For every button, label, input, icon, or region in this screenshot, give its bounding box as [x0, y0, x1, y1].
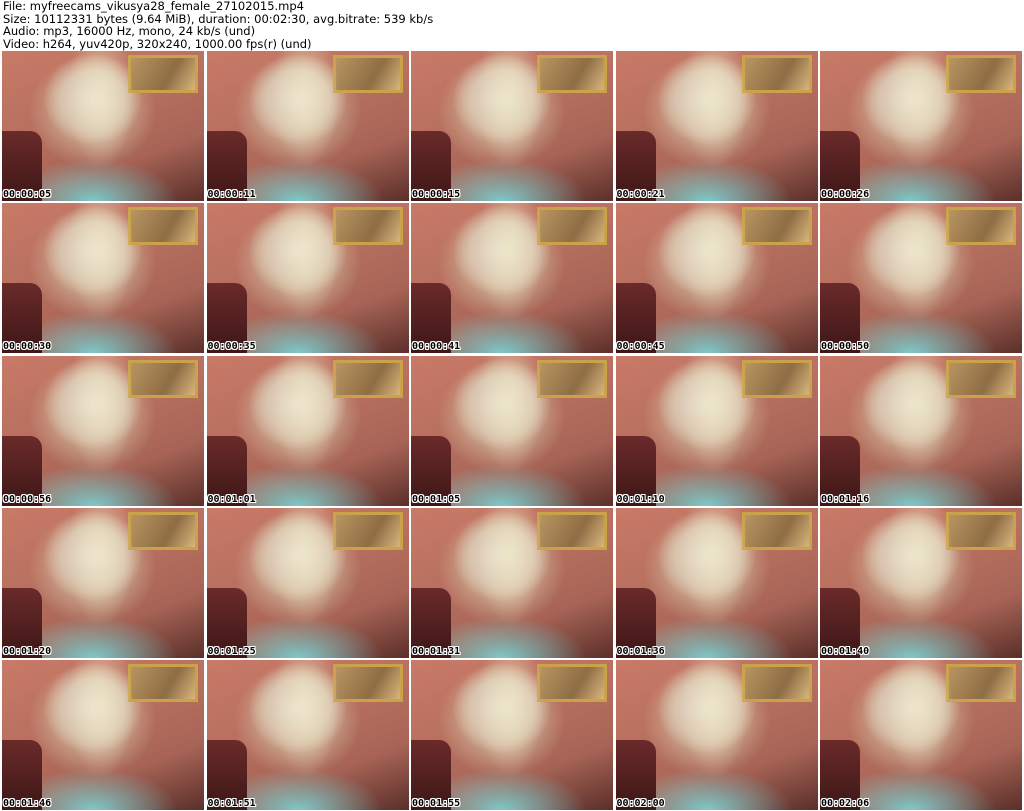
frame-timestamp: 00:01:05 — [412, 493, 461, 505]
video-frame-thumbnail: 00:00:21 — [615, 51, 818, 201]
person-figure — [672, 51, 757, 201]
frame-timestamp: 00:01:51 — [207, 798, 256, 809]
frame-timestamp: 00:00:11 — [207, 189, 256, 200]
video-frame-thumbnail: 00:01:55 — [411, 660, 613, 810]
file-info-header: File: myfreecams_vikusya28_female_271020… — [3, 0, 1021, 50]
audio-info-line: Audio: mp3, 16000 Hz, mono, 24 kb/s (und… — [3, 24, 256, 39]
person-figure — [58, 203, 144, 354]
frame-timestamp: 00:02:06 — [821, 798, 870, 809]
frame-timestamp: 00:01:10 — [616, 493, 665, 505]
person-figure — [263, 660, 348, 810]
frame-timestamp: 00:01:46 — [3, 798, 52, 809]
person-figure — [672, 203, 757, 354]
frame-timestamp: 00:00:15 — [412, 189, 461, 200]
video-frame-thumbnail: 00:01:16 — [820, 355, 1022, 506]
frame-timestamp: 00:00:05 — [3, 189, 52, 200]
frame-timestamp: 00:00:30 — [3, 341, 52, 353]
person-figure — [467, 355, 553, 506]
video-frame-thumbnail: 00:01:10 — [615, 355, 818, 506]
video-frame-thumbnail: 00:00:26 — [820, 51, 1022, 201]
person-figure — [876, 507, 962, 658]
frame-timestamp: 00:00:26 — [821, 189, 870, 200]
video-frame-thumbnail: 00:00:41 — [411, 203, 613, 354]
person-figure — [467, 203, 553, 354]
frame-timestamp: 00:02:00 — [616, 798, 665, 809]
frame-timestamp: 00:00:56 — [3, 493, 52, 505]
video-frame-thumbnail: 00:00:50 — [820, 203, 1022, 354]
video-frame-thumbnail: 00:01:01 — [206, 355, 409, 506]
person-figure — [467, 660, 553, 810]
video-frame-thumbnail: 00:01:36 — [615, 507, 818, 658]
frame-timestamp: 00:00:50 — [821, 341, 870, 353]
file-name-line: File: myfreecams_vikusya28_female_271020… — [3, 0, 304, 13]
video-frame-thumbnail: 00:00:35 — [206, 203, 409, 354]
video-frame-thumbnail: 00:01:05 — [411, 355, 613, 506]
person-figure — [672, 355, 757, 506]
frame-timestamp: 00:00:35 — [207, 341, 256, 353]
frame-timestamp: 00:00:41 — [412, 341, 461, 353]
video-frame-thumbnail: 00:01:31 — [411, 507, 613, 658]
person-figure — [467, 51, 553, 201]
thumbnail-grid: 00:00:05 00:00:11 00:00:15 00:00:21 00:00:26… — [2, 51, 1022, 810]
person-figure — [58, 51, 144, 201]
person-figure — [263, 203, 348, 354]
person-figure — [876, 355, 962, 506]
person-figure — [467, 507, 553, 658]
person-figure — [672, 507, 757, 658]
video-info-line: Video: h264, yuv420p, 320x240, 1000.00 f… — [3, 36, 312, 51]
person-figure — [263, 355, 348, 506]
video-frame-thumbnail: 00:01:51 — [206, 660, 409, 810]
video-frame-thumbnail: 00:00:05 — [2, 51, 204, 201]
frame-timestamp: 00:01:55 — [412, 798, 461, 809]
video-frame-thumbnail: 00:02:06 — [820, 660, 1022, 810]
person-figure — [876, 51, 962, 201]
frame-timestamp: 00:01:25 — [207, 645, 256, 657]
video-frame-thumbnail: 00:00:56 — [2, 355, 204, 506]
frame-timestamp: 00:01:40 — [821, 645, 870, 657]
video-frame-thumbnail: 00:01:46 — [2, 660, 204, 810]
person-figure — [263, 507, 348, 658]
person-figure — [58, 660, 144, 810]
frame-timestamp: 00:01:16 — [821, 493, 870, 505]
person-figure — [58, 507, 144, 658]
frame-timestamp: 00:01:20 — [3, 645, 52, 657]
video-frame-thumbnail: 00:02:00 — [615, 660, 818, 810]
person-figure — [263, 51, 348, 201]
person-figure — [58, 355, 144, 506]
frame-timestamp: 00:00:45 — [616, 341, 665, 353]
video-frame-thumbnail: 00:00:45 — [615, 203, 818, 354]
video-frame-thumbnail: 00:00:15 — [411, 51, 613, 201]
video-frame-thumbnail: 00:00:11 — [206, 51, 409, 201]
person-figure — [876, 203, 962, 354]
frame-timestamp: 00:01:36 — [616, 645, 665, 657]
frame-timestamp: 00:01:31 — [412, 645, 461, 657]
video-frame-thumbnail: 00:00:30 — [2, 203, 204, 354]
frame-timestamp: 00:01:01 — [207, 493, 256, 505]
person-figure — [672, 660, 757, 810]
video-frame-thumbnail: 00:01:25 — [206, 507, 409, 658]
frame-timestamp: 00:00:21 — [616, 189, 665, 200]
video-frame-thumbnail: 00:01:40 — [820, 507, 1022, 658]
video-frame-thumbnail: 00:01:20 — [2, 507, 204, 658]
person-figure — [876, 660, 962, 810]
